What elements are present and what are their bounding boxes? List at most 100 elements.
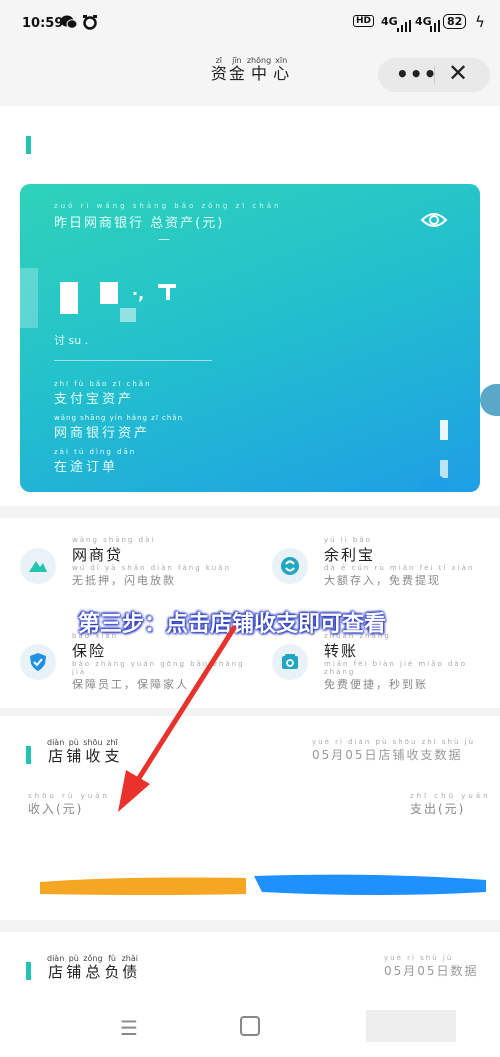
pinyin-line: wú dǐ yā shǎn diàn fàng kuǎn (72, 564, 231, 572)
expense-bar (254, 874, 486, 895)
expense-label-pinyin: zhī chū yuán (410, 792, 491, 800)
masked-block (440, 460, 448, 478)
pinyin: pù (68, 738, 79, 747)
section-accent-bar (26, 136, 31, 154)
masked-digit (60, 282, 78, 314)
ruby-char: zǒng 总 (83, 954, 102, 981)
hd-icon: HD (353, 15, 375, 27)
service-title: wǎng shāng dài 网商贷 (72, 536, 155, 565)
side-tab[interactable] (480, 384, 500, 416)
balance-card[interactable]: zuó rì wǎng shāng bǎo zǒng zī chǎn 昨日网商银… (20, 184, 480, 492)
card-row-alipay[interactable]: zhī fù bǎo zī chǎn 支付宝资产 (54, 380, 152, 407)
charging-icon: ϟ (475, 13, 485, 31)
service-subtitle: wú dǐ yā shǎn diàn fàng kuǎn 无抵押，闪电放款 (72, 564, 231, 588)
text-line: 免费便捷，秒到账 (324, 678, 428, 691)
section-accent-bar (26, 746, 31, 764)
card-heading-pinyin: zuó rì wǎng shāng bǎo zǒng zī chǎn (54, 202, 282, 210)
income-title[interactable]: diàn 店 pù 铺 shōu 收 zhī 支 (46, 738, 121, 765)
pinyin: diàn (47, 738, 65, 747)
ruby-char: zī 资 (211, 56, 227, 83)
yulibao-icon (272, 548, 308, 584)
text-line: 保障员工，保障家人 (72, 678, 189, 691)
card-edge-shade (20, 268, 38, 328)
service-subtitle: dà é cún rù miǎn fèi tí xiàn 大额存入，免费提现 (324, 564, 474, 588)
card-dash: — (158, 232, 170, 246)
text-line: 保险 (72, 642, 107, 660)
hanzi: 总 (85, 963, 101, 981)
masked-digit (120, 308, 136, 322)
masked-text: ·, (132, 284, 145, 303)
pinyin: zhī (106, 738, 118, 747)
debt-date: yuè rì shù jù 05月05日数据 (384, 954, 479, 979)
expense-label-block: zhī chū yuán 支出(元) (410, 792, 491, 817)
status-bar: 10:59 HD 4G 4G 82 ϟ (0, 0, 500, 48)
card-row-label: 在途订单 (54, 460, 119, 475)
ruby-char: fù 负 (105, 954, 120, 981)
hanzi: 负 (104, 963, 120, 981)
card-row-pinyin: zhī fù bǎo zī chǎn (54, 380, 152, 388)
wechat-icon (60, 14, 78, 34)
transfer-icon (272, 644, 308, 680)
home-icon[interactable] (240, 1016, 260, 1036)
tutorial-caption: 第三步：点击店铺收支即可查看 (78, 612, 387, 637)
pinyin: diàn (47, 954, 65, 963)
mini-program-capsule: ••• ✕ (378, 58, 490, 92)
income-label-block: shōu rù yuán 收入(元) (28, 792, 110, 817)
hanzi: 店 (48, 747, 64, 765)
pinyin-line: miǎn fèi biàn jié miǎo dào zhàng (324, 660, 467, 676)
pinyin: pù (68, 954, 79, 963)
text-line: 转账 (324, 642, 359, 660)
asset-section: zuó rì wǎng shāng bǎo zǒng zī chǎn 昨日网商银… (0, 106, 500, 506)
capsule-divider (434, 66, 435, 84)
service-title: yú lì bǎo 余利宝 (324, 536, 375, 565)
mountain-icon (20, 548, 56, 584)
pinyin-line: yuè rì shù jù (384, 954, 454, 962)
masked-block (440, 420, 448, 440)
card-heading: 昨日网商银行 总资产(元) (54, 216, 225, 231)
more-button[interactable]: ••• (396, 62, 437, 86)
menu-icon[interactable]: ☰ (120, 1016, 138, 1040)
ruby-char: jīn 金 (229, 56, 245, 83)
expense-label: 支出(元) (410, 802, 466, 816)
debt-title[interactable]: diàn 店 pù 铺 zǒng 总 fù 负 zhài 债 (46, 954, 139, 981)
shield-check-icon (20, 644, 56, 680)
hanzi: 债 (122, 963, 138, 981)
text-line: 05月05日数据 (384, 964, 479, 978)
service-wangshangdai[interactable]: wǎng shāng dài 网商贷 wú dǐ yā shǎn diàn fàn… (0, 518, 248, 612)
hanzi: 心 (273, 64, 290, 83)
card-row-label: 支付宝资产 (54, 392, 135, 407)
card-small-line: 讨 su . (54, 334, 89, 347)
service-yulibao[interactable]: yú lì bǎo 余利宝 dà é cún rù miǎn fèi tí xià… (252, 518, 500, 612)
ruby-char: pù 铺 (66, 954, 81, 981)
system-nav-bar: ☰ (0, 1000, 500, 1057)
title-bar: zī 资 jīn 金 zhōng 中 xīn 心 ••• ✕ (0, 48, 500, 106)
eye-icon[interactable] (420, 210, 448, 230)
income-date: yuè rì diàn pù shōu zhī shù jù 05月05日店铺收支… (312, 738, 475, 763)
card-row-orders[interactable]: zài tú dìng dān 在途订单 (54, 448, 136, 475)
hanzi: 中 (250, 64, 267, 83)
service-subtitle: miǎn fèi biàn jié miǎo dào zhàng 免费便捷，秒到账 (324, 660, 500, 692)
hanzi: 铺 (66, 963, 82, 981)
hanzi: 店 (48, 963, 64, 981)
card-row-bank[interactable]: wǎng shāng yín háng zī chǎn 网商银行资产 (54, 414, 183, 441)
status-time: 10:59 (22, 16, 64, 31)
hanzi: 金 (228, 64, 245, 83)
battery-indicator: 82 (443, 14, 467, 29)
ruby-char: diàn 店 (47, 954, 64, 981)
pinyin: shōu (83, 738, 103, 747)
ruby-char: zhài 债 (122, 954, 138, 981)
blurred-patch (366, 1010, 456, 1042)
pinyin-line: yuè rì diàn pù shōu zhī shù jù (312, 738, 476, 746)
signal-bars-2-icon (430, 17, 440, 36)
ruby-char: zhī 支 (105, 738, 120, 765)
shop-income-section[interactable]: diàn 店 pù 铺 shōu 收 zhī 支 yuè rì diàn pù shōu zh… (0, 716, 500, 920)
service-subtitle: bǎo zhàng yuán gōng bǎo zhàng jiā 保障员工，保障… (72, 660, 248, 692)
text-line: 无抵押，闪电放款 (72, 574, 176, 587)
ruby-char: diàn 店 (47, 738, 64, 765)
ruby-char: pù 铺 (66, 738, 81, 765)
pinyin-line: bǎo zhàng yuán gōng bǎo zhàng jiā (72, 660, 245, 676)
close-button[interactable]: ✕ (448, 59, 468, 87)
signal-bars-icon (397, 17, 411, 36)
card-row-pinyin: zài tú dìng dān (54, 448, 137, 456)
income-expense-bars (40, 874, 486, 895)
